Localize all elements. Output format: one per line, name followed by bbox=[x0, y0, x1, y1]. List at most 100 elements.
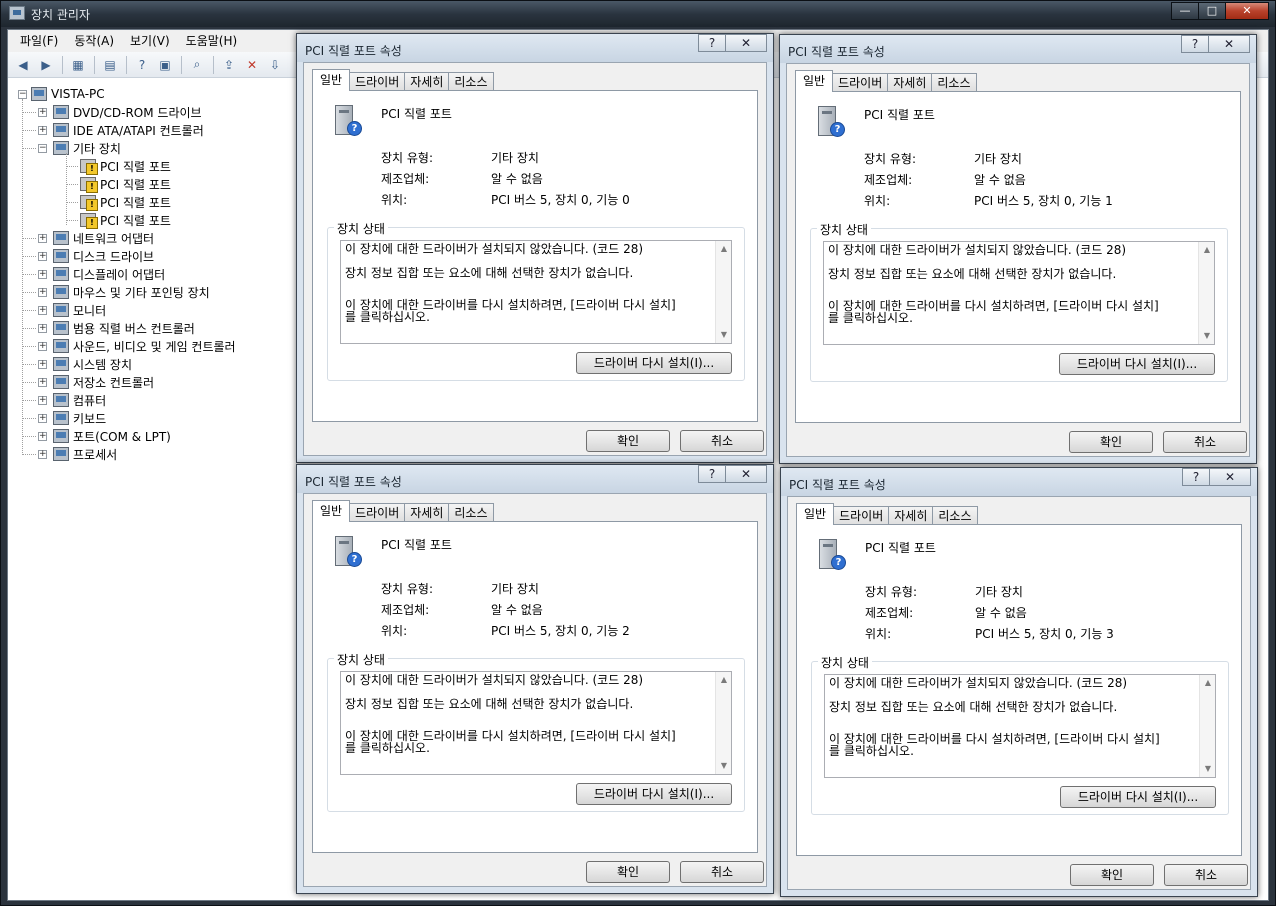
tab-general[interactable]: 일반 bbox=[312, 500, 351, 522]
dialog-title-bar[interactable]: PCI 직렬 포트 속성 ? ✕ bbox=[297, 465, 773, 493]
maximize-button[interactable]: □ bbox=[1198, 2, 1226, 20]
scroll-up-icon[interactable]: ▲ bbox=[716, 672, 732, 688]
scroll-down-icon[interactable]: ▼ bbox=[1199, 328, 1215, 344]
dialog-help-button[interactable]: ? bbox=[698, 465, 726, 483]
help-icon[interactable]: ? bbox=[131, 55, 153, 75]
tree-category[interactable]: + 디스플레이 어댑터 bbox=[38, 265, 165, 283]
device-status-textbox[interactable]: 이 장치에 대한 드라이버가 설치되지 않았습니다. (코드 28) 장치 정보… bbox=[340, 240, 732, 344]
expand-icon[interactable]: + bbox=[38, 107, 47, 117]
expand-icon[interactable]: + bbox=[38, 125, 47, 135]
update-driver-icon[interactable]: ⇪ bbox=[218, 55, 240, 75]
tree-item-pci-serial-port[interactable]: PCI 직렬 포트 bbox=[80, 175, 171, 193]
scroll-up-icon[interactable]: ▲ bbox=[1200, 675, 1216, 691]
scroll-up-icon[interactable]: ▲ bbox=[716, 241, 732, 257]
dialog-close-button[interactable]: ✕ bbox=[1208, 35, 1250, 53]
status-scrollbar[interactable]: ▲ ▼ bbox=[1199, 675, 1215, 777]
device-status-textbox[interactable]: 이 장치에 대한 드라이버가 설치되지 않았습니다. (코드 28) 장치 정보… bbox=[824, 674, 1216, 778]
cancel-button[interactable]: 취소 bbox=[1164, 864, 1248, 886]
reinstall-driver-button[interactable]: 드라이버 다시 설치(I)... bbox=[576, 783, 732, 805]
close-button[interactable]: ✕ bbox=[1225, 2, 1269, 20]
expand-icon[interactable]: + bbox=[38, 305, 47, 315]
status-scrollbar[interactable]: ▲ ▼ bbox=[715, 241, 731, 343]
device-status-textbox[interactable]: 이 장치에 대한 드라이버가 설치되지 않았습니다. (코드 28) 장치 정보… bbox=[340, 671, 732, 775]
dialog-help-button[interactable]: ? bbox=[698, 34, 726, 52]
scroll-up-icon[interactable]: ▲ bbox=[1199, 242, 1215, 258]
tab-general[interactable]: 일반 bbox=[796, 503, 835, 525]
tab-details[interactable]: 자세히 bbox=[404, 503, 450, 522]
tree-category[interactable]: + 키보드 bbox=[38, 409, 106, 427]
tab-resources[interactable]: 리소스 bbox=[448, 503, 494, 522]
expand-icon[interactable]: + bbox=[38, 395, 47, 405]
reinstall-driver-button[interactable]: 드라이버 다시 설치(I)... bbox=[1059, 353, 1215, 375]
dialog-title-bar[interactable]: PCI 직렬 포트 속성 ? ✕ bbox=[297, 34, 773, 62]
tab-driver[interactable]: 드라이버 bbox=[833, 506, 890, 525]
tab-general[interactable]: 일반 bbox=[312, 69, 351, 91]
dialog-title-bar[interactable]: PCI 직렬 포트 속성 ? ✕ bbox=[781, 468, 1257, 496]
tab-details[interactable]: 자세히 bbox=[888, 506, 934, 525]
menu-action[interactable]: 동작(A) bbox=[66, 31, 122, 51]
scan-hardware-icon[interactable]: ⌕ bbox=[186, 55, 208, 75]
menu-help[interactable]: 도움말(H) bbox=[178, 31, 246, 51]
expand-icon[interactable]: + bbox=[38, 269, 47, 279]
expand-icon[interactable]: + bbox=[38, 341, 47, 351]
tree-category[interactable]: + 디스크 드라이브 bbox=[38, 247, 154, 265]
tree-category[interactable]: + IDE ATA/ATAPI 컨트롤러 bbox=[38, 121, 204, 139]
tab-driver[interactable]: 드라이버 bbox=[349, 503, 406, 522]
cancel-button[interactable]: 취소 bbox=[680, 430, 764, 452]
tree-category[interactable]: + 시스템 장치 bbox=[38, 355, 132, 373]
disable-icon[interactable]: ⇩ bbox=[264, 55, 286, 75]
ok-button[interactable]: 확인 bbox=[586, 430, 670, 452]
tree-item-pci-serial-port[interactable]: PCI 직렬 포트 bbox=[80, 157, 171, 175]
dialog-close-button[interactable]: ✕ bbox=[725, 465, 767, 483]
dialog-close-button[interactable]: ✕ bbox=[725, 34, 767, 52]
expand-icon[interactable]: + bbox=[38, 413, 47, 423]
status-scrollbar[interactable]: ▲ ▼ bbox=[1198, 242, 1214, 344]
tree-category[interactable]: − 기타 장치 bbox=[38, 139, 121, 157]
menu-file[interactable]: 파일(F) bbox=[12, 31, 66, 51]
tab-details[interactable]: 자세히 bbox=[887, 73, 933, 92]
expand-icon[interactable]: + bbox=[38, 251, 47, 261]
tab-driver[interactable]: 드라이버 bbox=[832, 73, 889, 92]
tree-category[interactable]: + 포트(COM & LPT) bbox=[38, 427, 171, 445]
tree-view-icon[interactable]: ▦ bbox=[67, 55, 89, 75]
reinstall-driver-button[interactable]: 드라이버 다시 설치(I)... bbox=[1060, 786, 1216, 808]
dialog-close-button[interactable]: ✕ bbox=[1209, 468, 1251, 486]
expand-icon[interactable]: + bbox=[38, 233, 47, 243]
ok-button[interactable]: 확인 bbox=[1069, 431, 1153, 453]
ok-button[interactable]: 확인 bbox=[586, 861, 670, 883]
expand-icon[interactable]: + bbox=[38, 359, 47, 369]
tree-category[interactable]: + 저장소 컨트롤러 bbox=[38, 373, 154, 391]
scroll-down-icon[interactable]: ▼ bbox=[716, 758, 732, 774]
ok-button[interactable]: 확인 bbox=[1070, 864, 1154, 886]
collapse-icon[interactable]: − bbox=[18, 89, 27, 99]
dialog-help-button[interactable]: ? bbox=[1182, 468, 1210, 486]
expand-icon[interactable]: + bbox=[38, 377, 47, 387]
tab-resources[interactable]: 리소스 bbox=[448, 72, 494, 91]
tree-category[interactable]: + 네트워크 어댑터 bbox=[38, 229, 154, 247]
device-status-textbox[interactable]: 이 장치에 대한 드라이버가 설치되지 않았습니다. (코드 28) 장치 정보… bbox=[823, 241, 1215, 345]
dialog-title-bar[interactable]: PCI 직렬 포트 속성 ? ✕ bbox=[780, 35, 1256, 63]
tab-details[interactable]: 자세히 bbox=[404, 72, 450, 91]
tree-category[interactable]: + 범용 직렬 버스 컨트롤러 bbox=[38, 319, 195, 337]
tree-category[interactable]: + DVD/CD-ROM 드라이브 bbox=[38, 103, 202, 121]
status-scrollbar[interactable]: ▲ ▼ bbox=[715, 672, 731, 774]
dialog-help-button[interactable]: ? bbox=[1181, 35, 1209, 53]
tree-category[interactable]: + 컴퓨터 bbox=[38, 391, 106, 409]
tab-resources[interactable]: 리소스 bbox=[932, 506, 978, 525]
tree-category[interactable]: + 사운드, 비디오 및 게임 컨트롤러 bbox=[38, 337, 236, 355]
scroll-down-icon[interactable]: ▼ bbox=[716, 327, 732, 343]
tree-item-pci-serial-port[interactable]: PCI 직렬 포트 bbox=[80, 193, 171, 211]
scroll-down-icon[interactable]: ▼ bbox=[1200, 761, 1216, 777]
tree-category[interactable]: + 모니터 bbox=[38, 301, 106, 319]
menu-view[interactable]: 보기(V) bbox=[122, 31, 178, 51]
console-icon[interactable]: ▣ bbox=[154, 55, 176, 75]
reinstall-driver-button[interactable]: 드라이버 다시 설치(I)... bbox=[576, 352, 732, 374]
collapse-icon[interactable]: − bbox=[38, 143, 47, 153]
uninstall-icon[interactable]: ✕ bbox=[241, 55, 263, 75]
back-arrow-icon[interactable]: ◀ bbox=[12, 55, 34, 75]
expand-icon[interactable]: + bbox=[38, 287, 47, 297]
expand-icon[interactable]: + bbox=[38, 323, 47, 333]
tab-resources[interactable]: 리소스 bbox=[931, 73, 977, 92]
title-bar[interactable]: 장치 관리자 — □ ✕ bbox=[1, 1, 1275, 27]
forward-arrow-icon[interactable]: ▶ bbox=[35, 55, 57, 75]
